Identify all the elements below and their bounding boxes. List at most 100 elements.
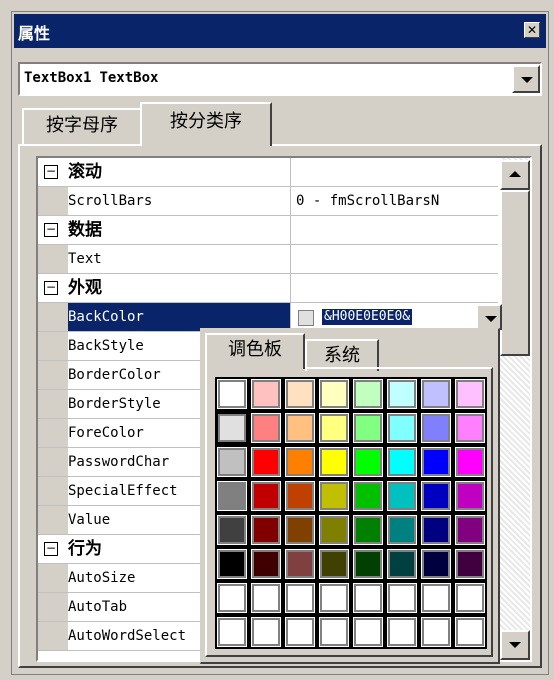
color-swatch[interactable] bbox=[421, 481, 451, 511]
color-swatch[interactable] bbox=[421, 617, 451, 647]
color-swatch[interactable] bbox=[217, 549, 247, 579]
color-swatch[interactable] bbox=[455, 549, 485, 579]
color-swatch[interactable] bbox=[251, 583, 281, 613]
object-dropdown-button[interactable] bbox=[512, 65, 540, 93]
color-swatch[interactable] bbox=[251, 481, 281, 511]
chevron-down-icon bbox=[485, 316, 497, 322]
vertical-scrollbar[interactable] bbox=[500, 158, 530, 660]
chevron-down-icon bbox=[521, 77, 533, 83]
color-swatch[interactable] bbox=[421, 515, 451, 545]
color-value-text[interactable]: &H00E0E0E0& bbox=[322, 309, 413, 325]
tab-categorized[interactable]: 按分类序 bbox=[140, 102, 272, 146]
color-swatch[interactable] bbox=[353, 515, 383, 545]
color-swatch[interactable] bbox=[251, 515, 281, 545]
category-row[interactable]: − 数据 bbox=[38, 216, 498, 245]
color-swatch[interactable] bbox=[353, 583, 383, 613]
color-swatch[interactable] bbox=[319, 379, 349, 409]
color-swatch[interactable] bbox=[285, 413, 315, 443]
color-swatch[interactable] bbox=[455, 447, 485, 477]
color-swatch[interactable] bbox=[455, 413, 485, 443]
color-swatch[interactable] bbox=[387, 379, 417, 409]
category-row[interactable]: − 外观 bbox=[38, 274, 498, 303]
color-swatch[interactable] bbox=[319, 583, 349, 613]
color-swatch[interactable] bbox=[285, 447, 315, 477]
collapse-icon[interactable]: − bbox=[44, 542, 58, 556]
tab-alphabetic[interactable]: 按字母序 bbox=[22, 108, 142, 144]
property-row[interactable]: Text bbox=[38, 245, 498, 274]
color-swatch[interactable] bbox=[216, 412, 248, 444]
property-value[interactable]: 0 - fmScrollBarsN bbox=[292, 187, 498, 215]
color-swatch[interactable] bbox=[455, 617, 485, 647]
scroll-thumb[interactable] bbox=[500, 190, 530, 356]
color-swatch[interactable] bbox=[421, 379, 451, 409]
scroll-down-button[interactable] bbox=[500, 630, 530, 660]
color-swatch[interactable] bbox=[387, 447, 417, 477]
collapse-icon[interactable]: − bbox=[44, 223, 58, 237]
color-swatch[interactable] bbox=[319, 413, 349, 443]
row-gutter bbox=[38, 477, 68, 505]
color-swatch[interactable] bbox=[251, 379, 281, 409]
color-swatch[interactable] bbox=[421, 447, 451, 477]
close-button[interactable]: ✕ bbox=[524, 22, 540, 38]
color-swatch[interactable] bbox=[217, 515, 247, 545]
color-swatch[interactable] bbox=[455, 515, 485, 545]
color-swatch[interactable] bbox=[387, 549, 417, 579]
color-swatch[interactable] bbox=[353, 413, 383, 443]
color-swatch[interactable] bbox=[285, 379, 315, 409]
color-swatch-grid bbox=[215, 377, 487, 649]
color-swatch[interactable] bbox=[421, 549, 451, 579]
color-swatch[interactable] bbox=[455, 583, 485, 613]
color-swatch[interactable] bbox=[285, 583, 315, 613]
color-swatch[interactable] bbox=[285, 549, 315, 579]
color-swatch[interactable] bbox=[217, 583, 247, 613]
property-name: ScrollBars bbox=[68, 187, 291, 215]
color-swatch[interactable] bbox=[285, 617, 315, 647]
color-swatch[interactable] bbox=[387, 617, 417, 647]
scroll-up-button[interactable] bbox=[500, 160, 530, 190]
color-swatch[interactable] bbox=[455, 481, 485, 511]
category-label: 外观 bbox=[68, 274, 291, 302]
color-swatch[interactable] bbox=[353, 447, 383, 477]
color-swatch[interactable] bbox=[387, 481, 417, 511]
object-selector[interactable]: TextBox1 TextBox bbox=[18, 62, 542, 96]
row-gutter bbox=[38, 245, 68, 273]
collapse-icon[interactable]: − bbox=[44, 281, 58, 295]
color-swatch[interactable] bbox=[251, 413, 281, 443]
color-swatch[interactable] bbox=[455, 379, 485, 409]
color-swatch[interactable] bbox=[251, 617, 281, 647]
color-swatch[interactable] bbox=[353, 481, 383, 511]
arrow-up-icon bbox=[509, 171, 521, 177]
color-swatch[interactable] bbox=[285, 515, 315, 545]
value-dropdown-button[interactable] bbox=[476, 304, 502, 330]
title-bar[interactable]: 属性 ✕ bbox=[14, 14, 546, 48]
color-swatch[interactable] bbox=[217, 481, 247, 511]
category-row[interactable]: − 滚动 bbox=[38, 158, 498, 187]
color-preview-swatch bbox=[298, 310, 314, 326]
color-swatch[interactable] bbox=[353, 549, 383, 579]
tab-palette[interactable]: 调色板 bbox=[205, 333, 305, 369]
property-value[interactable]: &H00E0E0E0& bbox=[292, 303, 498, 331]
color-swatch[interactable] bbox=[217, 379, 247, 409]
color-swatch[interactable] bbox=[421, 583, 451, 613]
color-swatch[interactable] bbox=[251, 549, 281, 579]
color-swatch[interactable] bbox=[319, 549, 349, 579]
color-swatch[interactable] bbox=[319, 617, 349, 647]
color-swatch[interactable] bbox=[217, 617, 247, 647]
color-swatch[interactable] bbox=[217, 447, 247, 477]
palette-panel bbox=[205, 367, 493, 657]
color-swatch[interactable] bbox=[421, 413, 451, 443]
color-swatch[interactable] bbox=[387, 583, 417, 613]
color-swatch[interactable] bbox=[353, 379, 383, 409]
color-swatch[interactable] bbox=[319, 447, 349, 477]
color-swatch[interactable] bbox=[251, 447, 281, 477]
property-value[interactable] bbox=[292, 245, 498, 273]
color-swatch[interactable] bbox=[353, 617, 383, 647]
property-row[interactable]: ScrollBars 0 - fmScrollBarsN bbox=[38, 187, 498, 216]
row-gutter bbox=[38, 361, 68, 389]
color-swatch[interactable] bbox=[285, 481, 315, 511]
color-swatch[interactable] bbox=[387, 515, 417, 545]
color-swatch[interactable] bbox=[387, 413, 417, 443]
collapse-icon[interactable]: − bbox=[44, 165, 58, 179]
color-swatch[interactable] bbox=[319, 481, 349, 511]
color-swatch[interactable] bbox=[319, 515, 349, 545]
